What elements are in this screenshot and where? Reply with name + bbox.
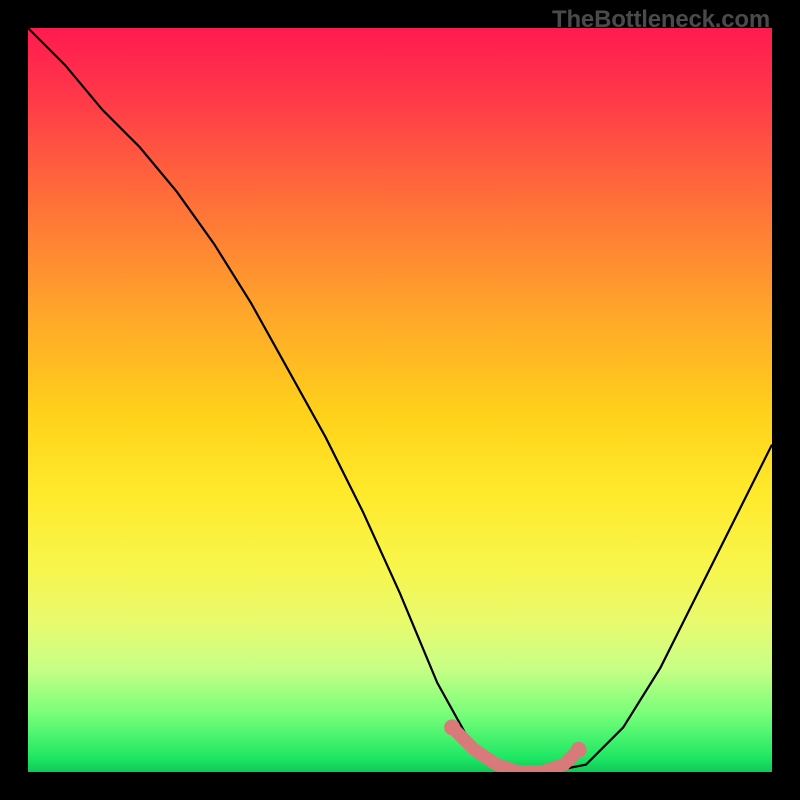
bottleneck-curve [28, 28, 772, 772]
optimal-range-endpoint [571, 742, 587, 758]
optimal-range-endpoint [444, 719, 460, 735]
curve-overlay [28, 28, 772, 772]
chart-frame: TheBottleneck.com [0, 0, 800, 800]
optimal-range-marker [452, 727, 578, 772]
plot-area [28, 28, 772, 772]
